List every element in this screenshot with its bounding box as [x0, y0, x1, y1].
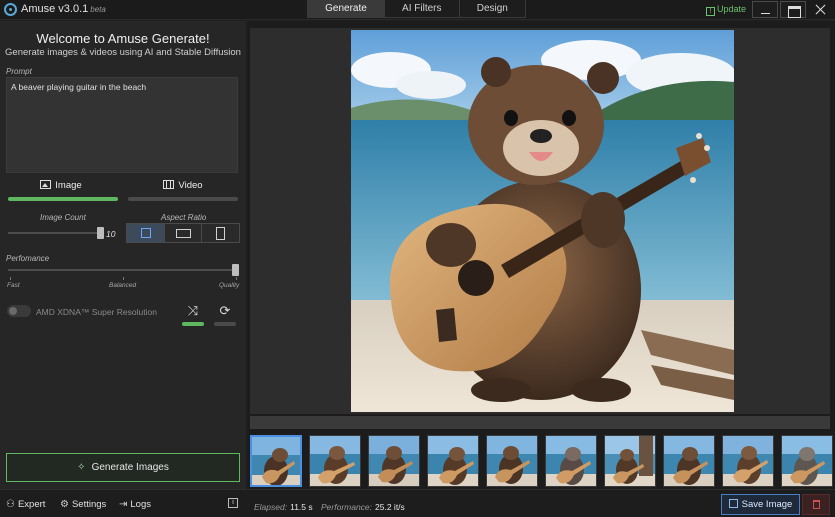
- shuffle-indicator: [182, 322, 204, 326]
- save-image-button[interactable]: Save Image: [721, 494, 800, 515]
- performance-quality-label: Quality: [219, 282, 240, 289]
- performance-stat: Performance: 25.2 it/s: [321, 502, 405, 512]
- thumbnail-6[interactable]: [545, 435, 597, 487]
- video-mode-button[interactable]: Video: [128, 180, 238, 198]
- tick-balanced: [123, 277, 124, 280]
- tab-design[interactable]: Design: [459, 0, 525, 17]
- close-button[interactable]: [808, 1, 834, 18]
- elapsed-value: 11.5 s: [290, 502, 313, 512]
- tick-quality: [236, 277, 237, 280]
- app-window: Amuse v3.0.1 beta Generate AI Filters Des…: [0, 0, 835, 517]
- refresh-button[interactable]: ⟳: [213, 301, 237, 321]
- maximize-button[interactable]: [780, 1, 806, 18]
- welcome-title: Welcome to Amuse Generate!: [36, 31, 210, 46]
- elapsed-stat: Elapsed: 11.5 s: [254, 502, 313, 512]
- landscape-icon: [175, 229, 191, 238]
- refresh-icon: ⟳: [219, 303, 231, 318]
- main-tabs: Generate AI Filters Design: [307, 0, 526, 18]
- prompt-input[interactable]: A beaver playing guitar in the beach: [6, 77, 238, 173]
- aspect-portrait-button[interactable]: [202, 224, 240, 242]
- generated-image[interactable]: [351, 30, 734, 412]
- update-icon: !: [706, 7, 715, 16]
- expert-icon: ⚇: [6, 499, 15, 510]
- refresh-indicator: [214, 322, 236, 326]
- magic-wand-icon: ✧: [77, 462, 86, 473]
- image-count-label: Image Count: [40, 213, 86, 222]
- save-icon: [728, 499, 738, 508]
- thumbnail-7[interactable]: [604, 435, 656, 487]
- square-icon: [141, 228, 151, 238]
- title-bar: Amuse v3.0.1 beta Generate AI Filters Des…: [0, 0, 835, 20]
- amuse-logo-icon: [4, 3, 17, 16]
- logs-icon: ⇥: [119, 499, 128, 510]
- performance-thumb[interactable]: [232, 264, 239, 276]
- performance-slider[interactable]: [8, 269, 238, 271]
- aspect-landscape-button[interactable]: [164, 224, 203, 242]
- generate-images-button[interactable]: ✧ Generate Images: [6, 453, 240, 482]
- shuffle-icon: ⤨: [187, 303, 199, 318]
- info-icon[interactable]: i: [228, 498, 238, 508]
- settings-icon: ⚙: [60, 499, 69, 510]
- settings-panel: Welcome to Amuse Generate! Generate imag…: [0, 21, 246, 489]
- video-mode-indicator: [128, 197, 238, 201]
- xdna-toggle[interactable]: [7, 305, 31, 317]
- performance-stat-value: 25.2 it/s: [375, 502, 405, 512]
- aspect-ratio-label: Aspect Ratio: [161, 213, 207, 222]
- thumbnail-8[interactable]: [663, 435, 715, 487]
- image-count-slider[interactable]: [8, 232, 104, 234]
- timeline-divider[interactable]: [250, 416, 830, 429]
- tab-generate[interactable]: Generate: [308, 0, 385, 17]
- image-icon: [40, 180, 52, 189]
- logs-button[interactable]: ⇥ Logs: [119, 499, 151, 510]
- expert-button[interactable]: ⚇ Expert: [6, 499, 45, 510]
- tick-fast: [10, 277, 11, 280]
- shuffle-seed-button[interactable]: ⤨: [181, 301, 205, 321]
- welcome-subtitle: Generate images & videos using AI and St…: [5, 47, 241, 58]
- prompt-label: Prompt: [6, 67, 32, 76]
- update-button[interactable]: ! Update: [706, 4, 746, 16]
- settings-button[interactable]: ⚙ Settings: [60, 499, 106, 510]
- thumbnail-5[interactable]: [486, 435, 538, 487]
- thumbnail-1[interactable]: [250, 435, 302, 487]
- beta-badge: beta: [90, 5, 106, 14]
- minimize-button[interactable]: [752, 1, 778, 18]
- status-bar: ⚇ Expert ⚙ Settings ⇥ Logs i Elapsed: 11.5 s…: [0, 489, 835, 517]
- delete-button[interactable]: [802, 494, 830, 515]
- thumbnail-4[interactable]: [427, 435, 479, 487]
- aspect-square-button[interactable]: [127, 224, 165, 242]
- image-count-thumb[interactable]: [97, 227, 104, 239]
- portrait-icon: [216, 227, 226, 240]
- beaver-guitar-illustration: [351, 30, 734, 412]
- image-mode-button[interactable]: Image: [6, 180, 116, 198]
- aspect-ratio-group: [126, 223, 240, 243]
- video-icon: [163, 180, 175, 189]
- thumbnail-9[interactable]: [722, 435, 774, 487]
- trash-icon: [812, 500, 820, 509]
- preview-area: [248, 21, 835, 489]
- performance-fast-label: Fast: [7, 282, 20, 289]
- image-count-value: 10: [106, 229, 116, 239]
- app-title: Amuse v3.0.1 beta: [21, 3, 106, 15]
- xdna-label: AMD XDNA™ Super Resolution: [36, 307, 157, 317]
- performance-label: Perfomance: [6, 254, 50, 263]
- image-mode-indicator: [8, 197, 118, 201]
- performance-stat-label: Performance:: [321, 502, 373, 512]
- thumbnail-strip: [250, 433, 835, 488]
- thumbnail-2[interactable]: [309, 435, 361, 487]
- thumbnail-10[interactable]: [781, 435, 833, 487]
- performance-balanced-label: Balanced: [109, 282, 137, 289]
- thumbnail-3[interactable]: [368, 435, 420, 487]
- tab-ai-filters[interactable]: AI Filters: [384, 0, 460, 17]
- image-viewer: [250, 28, 830, 414]
- elapsed-label: Elapsed:: [254, 502, 288, 512]
